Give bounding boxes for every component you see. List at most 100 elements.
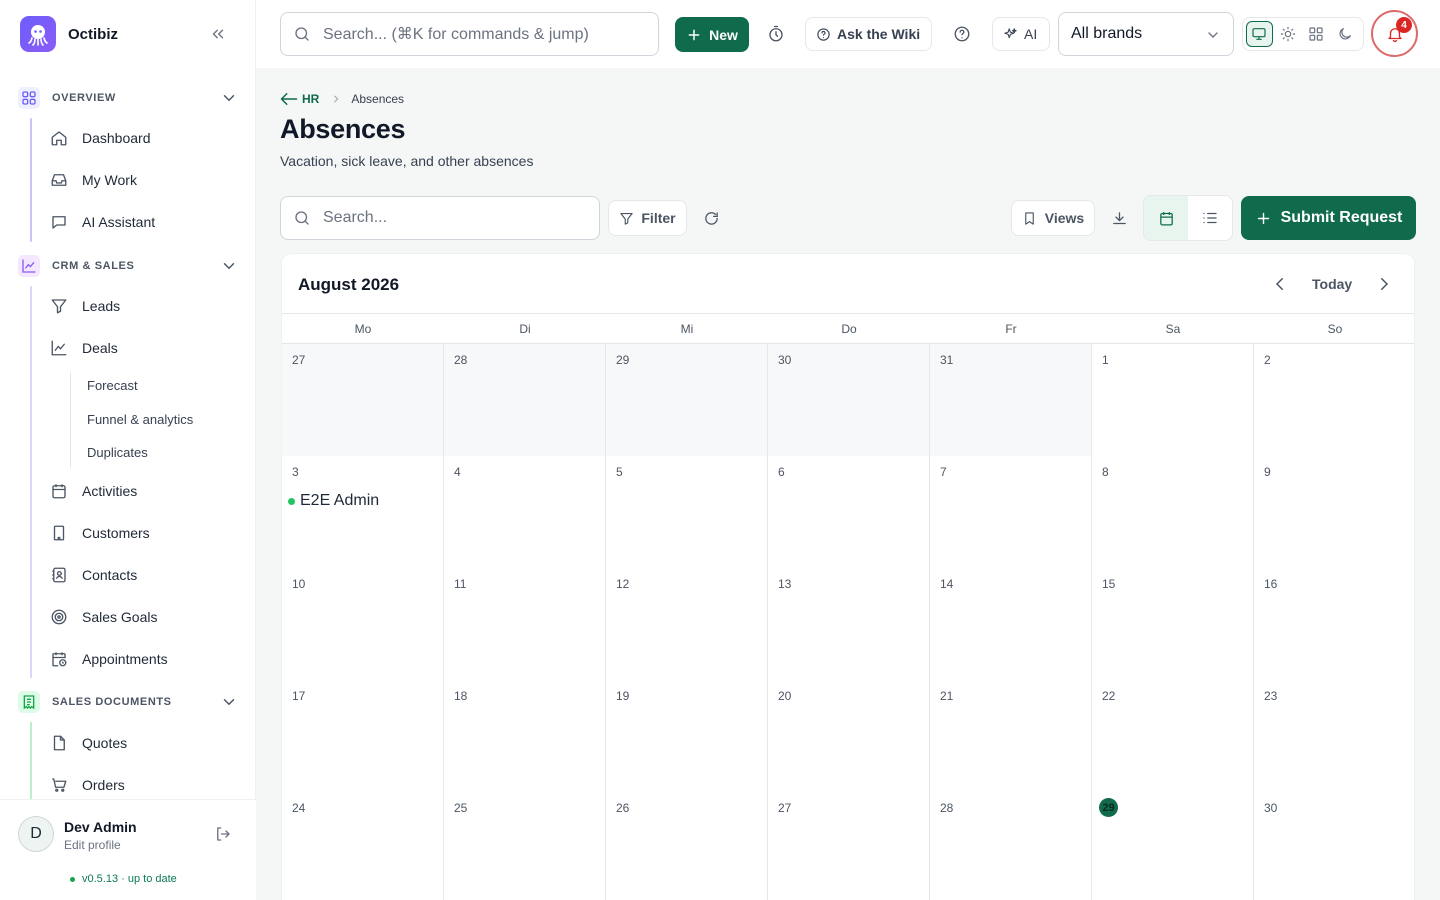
calendar-day-cell[interactable]: 17: [282, 680, 444, 792]
views-button[interactable]: Views: [1011, 200, 1095, 236]
day-number: 13: [778, 577, 792, 591]
sidebar-item-my-work[interactable]: My Work: [50, 166, 240, 194]
calendar-day-cell[interactable]: 9: [1254, 456, 1414, 568]
sidebar-item-ai-assistant[interactable]: AI Assistant: [50, 208, 240, 236]
help-icon[interactable]: [952, 24, 972, 44]
grid-icon: [18, 87, 40, 109]
sidebar-subitem-forecast[interactable]: Forecast: [87, 378, 138, 393]
sidebar-item-sales-goals[interactable]: Sales Goals: [50, 603, 240, 631]
status-dot: [70, 876, 75, 882]
sidebar-item-deals[interactable]: Deals: [50, 334, 240, 362]
calendar-day-cell[interactable]: 15: [1092, 568, 1254, 680]
sidebar-item-dashboard[interactable]: Dashboard: [50, 124, 240, 152]
calendar-day-cell[interactable]: 13: [768, 568, 930, 680]
chevron-right-icon[interactable]: [1375, 275, 1393, 293]
absence-event[interactable]: E2E Admin: [288, 492, 379, 510]
calendar-day-cell[interactable]: 16: [1254, 568, 1414, 680]
ai-button[interactable]: AI: [992, 17, 1050, 51]
sidebar-item-appointments[interactable]: Appointments: [50, 645, 240, 673]
calendar-day-cell[interactable]: 29: [1092, 792, 1254, 900]
sidebar-item-activities[interactable]: Activities: [50, 477, 240, 505]
chevron-left-icon[interactable]: [1271, 275, 1289, 293]
brand[interactable]: Octibiz: [20, 16, 118, 52]
calendar-day-cell[interactable]: 21: [930, 680, 1092, 792]
global-search-input[interactable]: Search... (⌘K for commands & jump): [280, 12, 659, 56]
calendar-day-cell[interactable]: 25: [444, 792, 606, 900]
octopus-logo-icon: [20, 16, 56, 52]
calendar-day-cell[interactable]: 2: [1254, 344, 1414, 456]
event-status-dot: [288, 497, 295, 505]
day-number: 20: [778, 689, 792, 703]
absence-search-input[interactable]: Search...: [280, 196, 600, 240]
logout-icon[interactable]: [214, 825, 232, 843]
plus-icon: [688, 29, 700, 40]
monitor-icon[interactable]: [1246, 21, 1273, 47]
breadcrumb-back-link[interactable]: HR: [280, 92, 319, 106]
calendar-day-cell[interactable]: 3 E2E Admin: [282, 456, 444, 568]
calendar-day-cell[interactable]: 28: [930, 792, 1092, 900]
section-sales-documents[interactable]: SALES DOCUMENTS: [18, 690, 240, 714]
calendar-day-cell[interactable]: 31: [930, 344, 1092, 456]
calendar-day-cell[interactable]: 11: [444, 568, 606, 680]
calendar-day-cell[interactable]: 23: [1254, 680, 1414, 792]
day-number: 3: [292, 465, 299, 479]
refresh-icon[interactable]: [702, 209, 720, 227]
submit-request-button[interactable]: Submit Request: [1241, 196, 1416, 240]
section-crm-sales[interactable]: CRM & SALES: [18, 254, 240, 278]
calendar-day-cell[interactable]: 30: [768, 344, 930, 456]
avatar[interactable]: D: [18, 816, 54, 852]
sidebar-subitem-funnel-analytics[interactable]: Funnel & analytics: [87, 412, 193, 427]
day-number: 24: [292, 801, 306, 815]
section-overview[interactable]: OVERVIEW: [18, 86, 240, 110]
section-label: SALES DOCUMENTS: [52, 696, 172, 708]
filter-label: Filter: [641, 210, 676, 226]
sidebar-item-contacts[interactable]: Contacts: [50, 561, 240, 589]
sidebar-item-label: Quotes: [82, 735, 128, 751]
sidebar-item-leads[interactable]: Leads: [50, 292, 240, 320]
calendar-day-cell[interactable]: 10: [282, 568, 444, 680]
calendar-day-cell[interactable]: 1: [1092, 344, 1254, 456]
section-label: OVERVIEW: [52, 92, 116, 104]
calendar-day-cell[interactable]: 18: [444, 680, 606, 792]
calendar-day-cell[interactable]: 29: [606, 344, 768, 456]
calendar-day-cell[interactable]: 6: [768, 456, 930, 568]
filter-button[interactable]: Filter: [608, 200, 687, 236]
layout-grid-icon[interactable]: [1303, 21, 1329, 47]
calendar-day-cell[interactable]: 4: [444, 456, 606, 568]
calendar-day-cell[interactable]: 8: [1092, 456, 1254, 568]
calendar-day-cell[interactable]: 14: [930, 568, 1092, 680]
sidebar-item-customers[interactable]: Customers: [50, 519, 240, 547]
sidebar-item-quotes[interactable]: Quotes: [50, 729, 240, 757]
calendar-day-cell[interactable]: 22: [1092, 680, 1254, 792]
calendar-day-cell[interactable]: 27: [282, 344, 444, 456]
ask-wiki-button[interactable]: Ask the Wiki: [805, 17, 932, 51]
notifications-button[interactable]: 4: [1371, 10, 1418, 57]
calendar-view-icon[interactable]: [1144, 196, 1188, 240]
edit-profile-link[interactable]: Edit profile: [64, 838, 121, 852]
calendar-day-cell[interactable]: 28: [444, 344, 606, 456]
moon-icon[interactable]: [1332, 21, 1358, 47]
new-button[interactable]: New: [675, 17, 749, 52]
calendar-day-cell[interactable]: 7: [930, 456, 1092, 568]
calendar-day-cell[interactable]: 12: [606, 568, 768, 680]
download-icon[interactable]: [1110, 209, 1128, 227]
subitem-rail: [70, 372, 71, 468]
calendar-day-cell[interactable]: 26: [606, 792, 768, 900]
calendar-day-cell[interactable]: 24: [282, 792, 444, 900]
calendar-day-cell[interactable]: 19: [606, 680, 768, 792]
day-number: 29: [616, 353, 630, 367]
calendar-day-cell[interactable]: 30: [1254, 792, 1414, 900]
sun-icon[interactable]: [1275, 21, 1301, 47]
calendar-day-cell[interactable]: 20: [768, 680, 930, 792]
collapse-sidebar-icon[interactable]: [209, 25, 229, 43]
calendar-day-cell[interactable]: 5: [606, 456, 768, 568]
sidebar-subitem-duplicates[interactable]: Duplicates: [87, 445, 148, 460]
list-view-icon[interactable]: [1188, 196, 1232, 240]
today-button[interactable]: Today: [1312, 276, 1352, 292]
inbox-icon: [50, 171, 68, 189]
brand-select[interactable]: All brands: [1058, 12, 1234, 56]
sidebar-item-orders[interactable]: Orders: [50, 771, 240, 799]
timer-icon[interactable]: [766, 24, 786, 44]
calendar-day-cell[interactable]: 27: [768, 792, 930, 900]
day-number: 15: [1102, 577, 1116, 591]
